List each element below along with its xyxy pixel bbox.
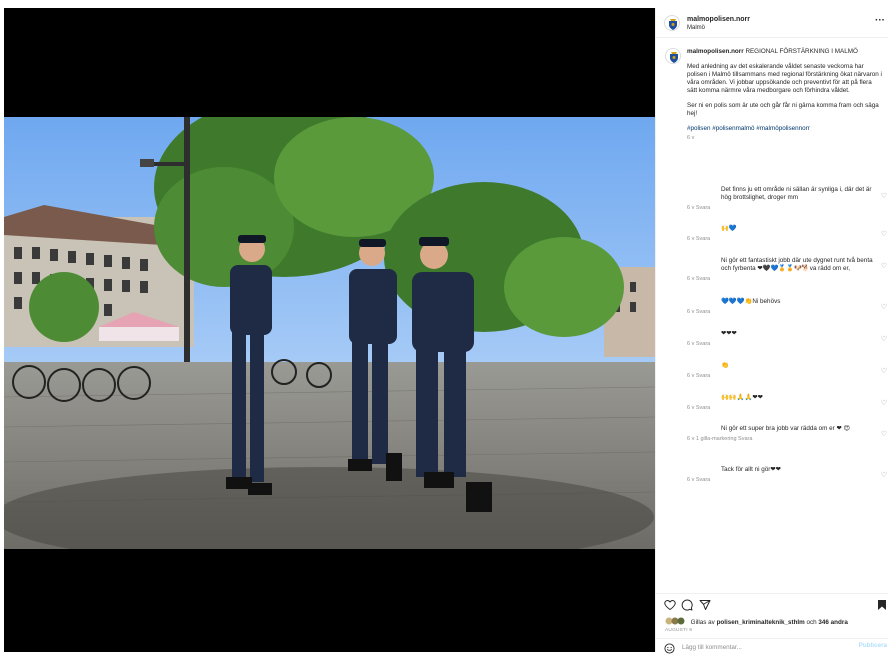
add-comment-bar: Publicera [656, 638, 888, 654]
top-bar [0, 0, 888, 8]
comment-input[interactable] [682, 642, 852, 652]
comment-meta[interactable]: 6 v Svara [687, 340, 883, 348]
post-photo [4, 117, 655, 549]
caption-username[interactable]: malmopolisen.norr [687, 48, 744, 55]
post-location[interactable]: Malmö [687, 25, 705, 31]
liked-by-prefix: Gillas av [690, 619, 715, 626]
comment-like-heart-icon[interactable]: ♡ [881, 367, 887, 375]
post-sidebar: malmopolisen.norr Malmö ··· malmopolisen… [655, 8, 888, 654]
likes-summary: Gillas av polisen_kriminalteknik_sthlm o… [665, 617, 848, 626]
comment-like-heart-icon[interactable]: ♡ [881, 230, 887, 238]
author-username[interactable]: malmopolisen.norr [687, 16, 750, 23]
comment-item: Ni gör ett super bra jobb var rädda om e… [687, 425, 883, 443]
heart-icon[interactable] [664, 598, 676, 616]
more-options-icon[interactable]: ··· [875, 15, 885, 26]
comment-like-heart-icon[interactable]: ♡ [881, 192, 887, 200]
post-date[interactable]: AUGUSTI 9 [665, 628, 692, 633]
liker-avatars[interactable] [665, 617, 691, 626]
comment-meta[interactable]: 6 v Svara [687, 476, 883, 484]
post-header: malmopolisen.norr Malmö ··· [656, 8, 888, 38]
comment-meta[interactable]: 6 v Svara [687, 235, 883, 243]
comment-text: ❤❤❤ [721, 330, 737, 337]
comment-item: 🙌🙌🙏🙏❤❤ 6 v Svara [687, 394, 883, 412]
comment-item: 💙💙💙👏Ni behövs 6 v Svara [687, 298, 883, 316]
comment-text: 👏 [721, 362, 729, 369]
instagram-post-modal: malmopolisen.norr Malmö ··· malmopolisen… [0, 0, 888, 654]
caption-avatar[interactable] [665, 48, 681, 64]
comment-text: Tack för allt ni gör❤❤ [721, 466, 781, 473]
comment-item: Tack för allt ni gör❤❤ 6 v Svara [687, 466, 883, 484]
comment-like-heart-icon[interactable]: ♡ [881, 262, 887, 270]
caption-time: 6 v [687, 135, 695, 141]
caption-hashtags[interactable]: #polisen #polisenmalmö #malmöpolisennorr [687, 125, 810, 132]
post-caption: malmopolisen.norr REGIONAL FÖRSTÄRKNING … [687, 48, 883, 142]
comment-item: Det finns ju ett område ni sällan är syn… [687, 186, 883, 212]
post-media[interactable] [4, 8, 655, 652]
comment-item: 🙌💙 6 v Svara [687, 225, 883, 243]
publish-button[interactable]: Publicera [859, 642, 887, 649]
comment-meta[interactable]: 6 v Svara [687, 204, 883, 212]
comment-like-heart-icon[interactable]: ♡ [881, 430, 887, 438]
comment-like-heart-icon[interactable]: ♡ [881, 471, 887, 479]
paper-plane-icon[interactable] [699, 598, 711, 616]
comment-text: Ni gör ett fantastiskt jobb där ute dygn… [721, 257, 873, 272]
comments-list[interactable]: malmopolisen.norr REGIONAL FÖRSTÄRKNING … [656, 42, 888, 592]
bookmark-icon[interactable] [877, 598, 887, 616]
comment-meta[interactable]: 6 v Svara [687, 275, 883, 283]
caption-para-2: Ser ni en polis som är ute och går får n… [687, 102, 879, 117]
comment-text: 🙌🙌🙏🙏❤❤ [721, 394, 763, 401]
comment-text: Ni gör ett super bra jobb var rädda om e… [721, 425, 851, 432]
liked-by-user[interactable]: polisen_kriminalteknik_sthlm [717, 619, 805, 626]
liked-by-and: och [806, 619, 817, 626]
comment-text: 💙💙💙👏Ni behövs [721, 298, 781, 305]
comment-meta[interactable]: 6 v 1 gilla-markering Svara [687, 435, 883, 443]
comment-like-heart-icon[interactable]: ♡ [881, 335, 887, 343]
comment-meta[interactable]: 6 v Svara [687, 372, 883, 380]
comment-like-heart-icon[interactable]: ♡ [881, 303, 887, 311]
caption-para-1: Med anledning av det eskalerande våldet … [687, 63, 882, 94]
comment-icon[interactable] [681, 598, 693, 616]
comment-text: 🙌💙 [721, 225, 737, 232]
comment-text: Det finns ju ett område ni sällan är syn… [721, 186, 872, 201]
liked-by-others[interactable]: 346 andra [818, 619, 847, 626]
comment-like-heart-icon[interactable]: ♡ [881, 399, 887, 407]
comment-item: Ni gör ett fantastiskt jobb där ute dygn… [687, 257, 883, 283]
comment-item: 👏 6 v Svara [687, 362, 883, 380]
post-actions: Gillas av polisen_kriminalteknik_sthlm o… [656, 593, 888, 654]
author-avatar[interactable] [664, 15, 680, 31]
emoji-icon[interactable] [664, 641, 675, 659]
comment-item: ❤❤❤ 6 v Svara [687, 330, 883, 348]
comment-meta[interactable]: 6 v Svara [687, 404, 883, 412]
comment-meta[interactable]: 6 v Svara [687, 308, 883, 316]
caption-title: REGIONAL FÖRSTÄRKNING I MALMÖ [745, 48, 858, 55]
